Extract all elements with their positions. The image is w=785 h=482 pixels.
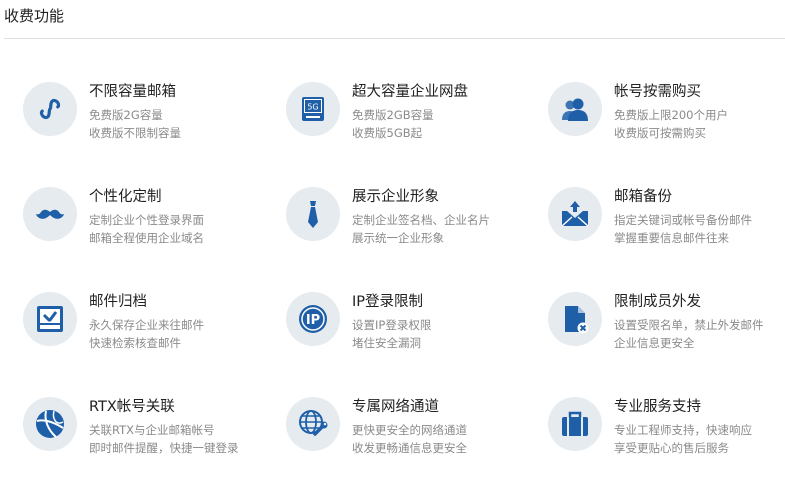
ip-icon: IP xyxy=(286,292,340,346)
briefcase-icon xyxy=(548,397,602,451)
feature-desc-line2: 享受更贴心的售后服务 xyxy=(614,441,729,455)
rtx-ball-icon xyxy=(23,397,77,451)
feature-desc-line1: 免费版2GB容量 xyxy=(352,108,434,122)
feature-title: 邮箱备份 xyxy=(614,189,672,205)
feature-mail-archive: 邮件归档 永久保存企业来往邮件 快速检索核查邮件 xyxy=(23,292,268,362)
feature-mailbox-backup: 邮箱备份 指定关键词或帐号备份邮件 掌握重要信息邮件往来 xyxy=(548,187,785,257)
infinity-icon xyxy=(23,82,77,136)
feature-desc-line1: 定制企业签名档、企业名片 xyxy=(352,213,490,227)
feature-desc-line1: 关联RTX与企业邮箱帐号 xyxy=(89,423,215,437)
feature-title: 不限容量邮箱 xyxy=(89,84,176,100)
feature-desc-line2: 展示统一企业形象 xyxy=(352,231,444,245)
feature-desc-line1: 设置IP登录权限 xyxy=(352,318,432,332)
archive-icon xyxy=(23,292,77,346)
storage-5g-icon: 5G xyxy=(286,82,340,136)
mail-backup-icon xyxy=(548,187,602,241)
feature-desc-line1: 免费版上限200个用户 xyxy=(614,108,728,122)
feature-desc-line1: 指定关键词或帐号备份邮件 xyxy=(614,213,752,227)
feature-enterprise-disk: 5G 超大容量企业网盘 免费版2GB容量 收费版5GB起 xyxy=(286,82,531,152)
feature-desc-line2: 收费版5GB起 xyxy=(352,126,423,140)
feature-dedicated-network: 专属网络通道 更快更安全的网络通道 收发更畅通信息更安全 xyxy=(286,397,531,467)
feature-desc-line2: 掌握重要信息邮件往来 xyxy=(614,231,729,245)
ip-label: IP xyxy=(306,313,320,328)
feature-desc-line1: 设置受限名单，禁止外发邮件 xyxy=(614,318,764,332)
feature-title: 个性化定制 xyxy=(89,189,162,205)
feature-enterprise-image: 展示企业形象 定制企业签名档、企业名片 展示统一企业形象 xyxy=(286,187,531,257)
feature-desc-line2: 即时邮件提醒，快捷一键登录 xyxy=(89,441,239,455)
paid-features-page: 收费功能 不限容量邮箱 免费版2G容量 收费版不限制容量 5G 超大容量企业网盘… xyxy=(0,0,785,482)
feature-desc-line2: 收发更畅通信息更安全 xyxy=(352,441,467,455)
feature-desc-line2: 快速检索核查邮件 xyxy=(89,336,181,350)
feature-desc-line2: 企业信息更安全 xyxy=(614,336,695,350)
feature-restrict-outgoing: 限制成员外发 设置受限名单，禁止外发邮件 企业信息更安全 xyxy=(548,292,785,362)
features-grid: 不限容量邮箱 免费版2G容量 收费版不限制容量 5G 超大容量企业网盘 免费版2… xyxy=(0,0,785,482)
feature-desc-line2: 收费版可按需购买 xyxy=(614,126,706,140)
feature-desc-line2: 收费版不限制容量 xyxy=(89,126,181,140)
feature-title: 超大容量企业网盘 xyxy=(352,84,468,100)
users-icon xyxy=(548,82,602,136)
feature-desc-line1: 更快更安全的网络通道 xyxy=(352,423,467,437)
feature-professional-support: 专业服务支持 专业工程师支持，快速响应 享受更贴心的售后服务 xyxy=(548,397,785,467)
necktie-icon xyxy=(286,187,340,241)
feature-title: IP登录限制 xyxy=(352,294,424,310)
feature-desc-line1: 专业工程师支持，快速响应 xyxy=(614,423,752,437)
feature-desc-line2: 堵住安全漏洞 xyxy=(352,336,421,350)
feature-desc-line1: 永久保存企业来往邮件 xyxy=(89,318,204,332)
file-block-icon xyxy=(548,292,602,346)
feature-title: 限制成员外发 xyxy=(614,294,701,310)
feature-title: 专业服务支持 xyxy=(614,399,701,415)
feature-unlimited-mailbox: 不限容量邮箱 免费版2G容量 收费版不限制容量 xyxy=(23,82,268,152)
feature-title: 邮件归档 xyxy=(89,294,147,310)
storage-label: 5G xyxy=(307,103,318,112)
feature-rtx-link: RTX帐号关联 关联RTX与企业邮箱帐号 即时邮件提醒，快捷一键登录 xyxy=(23,397,268,467)
feature-ip-restriction: IP IP登录限制 设置IP登录权限 堵住安全漏洞 xyxy=(286,292,531,362)
feature-desc-line1: 定制企业个性登录界面 xyxy=(89,213,204,227)
feature-title: 展示企业形象 xyxy=(352,189,439,205)
feature-customization: 个性化定制 定制企业个性登录界面 邮箱全程使用企业域名 xyxy=(23,187,268,257)
feature-title: 帐号按需购买 xyxy=(614,84,701,100)
mustache-icon xyxy=(23,187,77,241)
feature-title: RTX帐号关联 xyxy=(89,399,175,415)
globe-wrench-icon xyxy=(286,397,340,451)
feature-desc-line1: 免费版2G容量 xyxy=(89,108,163,122)
feature-accounts-on-demand: 帐号按需购买 免费版上限200个用户 收费版可按需购买 xyxy=(548,82,785,152)
feature-desc-line2: 邮箱全程使用企业域名 xyxy=(89,231,204,245)
feature-title: 专属网络通道 xyxy=(352,399,439,415)
